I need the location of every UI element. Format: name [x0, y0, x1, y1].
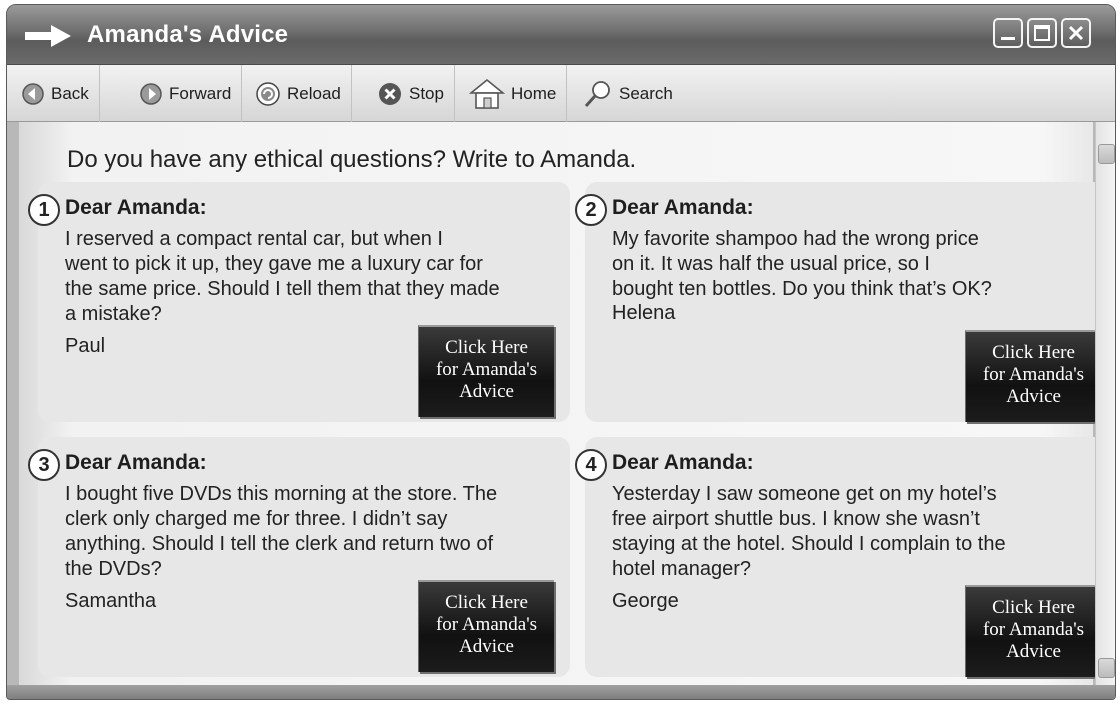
letter-body: I bought five DVDs this morning at the s… — [65, 483, 498, 580]
letter-body: Yesterday I saw someone get on my hotel’… — [612, 483, 1006, 580]
vertical-scrollbar[interactable] — [1095, 122, 1115, 685]
letter-number: 4 — [575, 449, 607, 481]
home-icon — [469, 78, 505, 109]
minimize-button[interactable] — [993, 18, 1023, 48]
search-button[interactable]: Search — [573, 65, 683, 122]
letter-number: 1 — [28, 194, 60, 226]
browser-window: Amanda's Advice Back Forward Reload Stop… — [6, 4, 1116, 700]
page-content: Do you have any ethical questions? Write… — [19, 122, 1115, 685]
letter-greeting: Dear Amanda: — [65, 451, 207, 474]
letter-signature: Helena — [612, 302, 676, 324]
toolbar: Back Forward Reload Stop Home Search — [7, 65, 1115, 122]
back-label: Back — [51, 83, 89, 103]
letter-signature: Samantha — [65, 590, 157, 612]
search-label: Search — [619, 83, 673, 103]
scroll-up-button[interactable] — [1098, 144, 1115, 164]
title-bar: Amanda's Advice — [7, 5, 1115, 65]
minimize-icon — [1001, 37, 1015, 40]
maximize-icon — [1034, 25, 1050, 41]
arrow-right-icon — [25, 25, 71, 47]
letter-signature: George — [612, 590, 679, 612]
stop-label: Stop — [409, 83, 444, 103]
forward-button[interactable]: Forward — [129, 65, 243, 122]
letter-card-3: 3 Dear Amanda: I bought five DVDs this m… — [28, 437, 570, 677]
back-arrow-icon — [22, 82, 44, 105]
letter-card-2: 2 Dear Amanda: My favorite shampoo had t… — [575, 182, 1115, 422]
search-icon — [584, 80, 610, 107]
letter-number: 3 — [28, 449, 60, 481]
home-label: Home — [511, 83, 557, 103]
forward-label: Forward — [169, 83, 232, 103]
window-title: Amanda's Advice — [87, 21, 289, 48]
close-icon — [1068, 25, 1084, 41]
stop-button[interactable]: Stop — [367, 65, 455, 122]
advice-button-4[interactable]: Click Here for Amanda's Advice — [965, 585, 1101, 677]
back-button[interactable]: Back — [21, 65, 100, 122]
letter-greeting: Dear Amanda: — [612, 451, 754, 474]
letter-body: I reserved a compact rental car, but whe… — [65, 228, 500, 325]
home-button[interactable]: Home — [459, 65, 568, 122]
letter-body: My favorite shampoo had the wrong price … — [612, 228, 992, 300]
page-heading: Do you have any ethical questions? Write… — [67, 146, 637, 173]
reload-label: Reload — [287, 83, 341, 103]
close-button[interactable] — [1061, 18, 1091, 48]
letter-signature: Paul — [65, 335, 106, 357]
letter-card-4: 4 Dear Amanda: Yesterday I saw someone g… — [575, 437, 1115, 677]
scroll-down-button[interactable] — [1098, 658, 1115, 678]
forward-arrow-icon — [140, 82, 162, 105]
reload-icon — [256, 81, 280, 106]
advice-button-2[interactable]: Click Here for Amanda's Advice — [965, 330, 1101, 422]
letter-number: 2 — [575, 194, 607, 226]
reload-button[interactable]: Reload — [245, 65, 352, 122]
letter-greeting: Dear Amanda: — [65, 196, 207, 219]
advice-button-1[interactable]: Click Here for Amanda's Advice — [418, 325, 554, 417]
stop-icon — [379, 82, 401, 105]
advice-button-3[interactable]: Click Here for Amanda's Advice — [418, 580, 554, 672]
letter-card-1: 1 Dear Amanda: I reserved a compact rent… — [28, 182, 570, 422]
letter-greeting: Dear Amanda: — [612, 196, 754, 219]
window-bottom-border — [7, 685, 1115, 699]
maximize-button[interactable] — [1027, 18, 1057, 48]
